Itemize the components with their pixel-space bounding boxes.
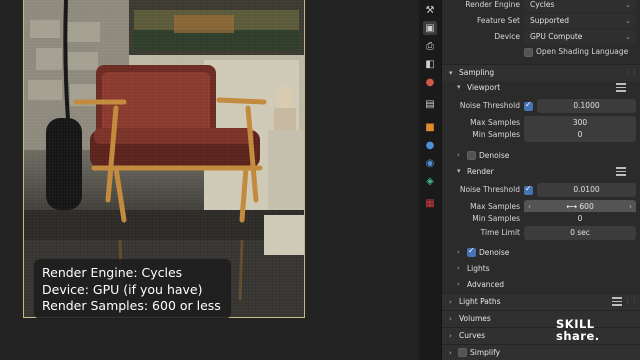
- viewport-title: Viewport: [467, 83, 501, 92]
- viewport-denoise-subpanel-header[interactable]: › Denoise: [450, 148, 636, 163]
- resize-arrows-icon: ⟷: [566, 202, 580, 211]
- render-max-samples-value: 600: [579, 202, 594, 211]
- chevron-down-icon: ⌄: [625, 33, 631, 41]
- modifiers-icon[interactable]: ●: [423, 138, 437, 152]
- chevron-down-icon: ⌄: [625, 1, 631, 9]
- render-engine-dropdown[interactable]: Cycles ⌄: [524, 0, 636, 12]
- viewport-noise-threshold-row: Noise Threshold 0.1000: [442, 98, 640, 114]
- lights-title: Lights: [467, 264, 490, 273]
- viewport-denoise-label: Denoise: [479, 151, 510, 160]
- device-label: Device: [494, 32, 520, 41]
- particles-icon[interactable]: ◉: [423, 156, 437, 170]
- device-value: GPU Compute: [530, 32, 583, 41]
- presets-list-icon[interactable]: [616, 83, 626, 92]
- render-subpanel-header[interactable]: ▾ Render: [450, 164, 636, 179]
- render-denoise-subpanel-header[interactable]: › Denoise: [450, 245, 636, 260]
- lights-subpanel-header[interactable]: › Lights: [450, 261, 636, 276]
- drag-handle-icon[interactable]: ⋮⋮: [624, 68, 638, 76]
- viewport-noise-threshold-label: Noise Threshold: [459, 101, 520, 110]
- sampling-title: Sampling: [459, 68, 495, 77]
- chevron-right-icon: ›: [449, 298, 452, 306]
- render-noise-threshold-checkbox[interactable]: [524, 184, 533, 195]
- chevron-right-icon: ›: [449, 332, 452, 340]
- viewport-subpanel-header[interactable]: ▾ Viewport: [450, 80, 636, 95]
- skillshare-watermark-logo: SKILL share.: [556, 318, 600, 342]
- viewport-denoise-checkbox[interactable]: [467, 151, 476, 160]
- properties-tab-strip: ⚒ ▣ ⎙ ◧ ● ▤ ■ ● ◉ ◈ ▦: [419, 0, 442, 360]
- viewport-noise-threshold-checkbox[interactable]: [524, 100, 533, 111]
- chevron-down-icon: ▾: [457, 83, 461, 91]
- caption-line-device: Device: GPU (if you have): [42, 281, 203, 297]
- caption-line-render-engine: Render Engine: Cycles: [42, 265, 183, 280]
- viewport-min-samples-row: Min Samples 0: [442, 127, 640, 143]
- render-properties-icon[interactable]: ▣: [423, 21, 437, 35]
- simplify-checkbox[interactable]: [458, 348, 467, 357]
- tutorial-caption-box: Render Engine: Cycles Device: GPU (if yo…: [34, 259, 231, 319]
- presets-list-icon[interactable]: [612, 297, 622, 306]
- chevron-right-icon: ›: [457, 151, 460, 159]
- render-min-samples-field[interactable]: 0: [524, 212, 636, 226]
- chevron-right-icon: ›: [449, 349, 452, 357]
- scene-icon[interactable]: ●: [423, 75, 437, 89]
- chevron-down-icon: ▾: [457, 167, 461, 175]
- open-shading-language-checkbox[interactable]: [524, 48, 533, 57]
- object-properties-icon[interactable]: ■: [423, 120, 437, 134]
- render-noise-threshold-field[interactable]: 0.0100: [537, 183, 636, 197]
- render-time-limit-label: Time Limit: [480, 228, 520, 237]
- volumes-title: Volumes: [459, 314, 491, 323]
- render-min-samples-label: Min Samples: [472, 214, 520, 223]
- curves-title: Curves: [459, 331, 486, 340]
- chevron-down-icon: ⌄: [625, 17, 631, 25]
- material-icon[interactable]: ▦: [423, 196, 437, 210]
- render-denoise-checkbox[interactable]: [467, 246, 476, 257]
- view-layer-icon[interactable]: ◧: [423, 57, 437, 71]
- presets-list-icon[interactable]: [616, 167, 626, 176]
- output-properties-icon[interactable]: ⎙: [423, 39, 437, 53]
- light-paths-panel-header[interactable]: › Light Paths ⋮⋮: [442, 293, 640, 310]
- render-denoise-label: Denoise: [479, 248, 510, 257]
- sampling-panel-header[interactable]: ▾ Sampling ⋮⋮: [442, 64, 640, 81]
- open-shading-language-label: Open Shading Language: [536, 47, 629, 56]
- chevron-right-icon: ›: [449, 315, 452, 323]
- viewport-min-samples-field[interactable]: 0: [524, 128, 636, 142]
- simplify-title: Simplify: [470, 348, 501, 357]
- advanced-title: Advanced: [467, 280, 505, 289]
- render-properties-panel: Render Engine Cycles ⌄ Feature Set Suppo…: [442, 0, 640, 360]
- chevron-right-icon: ›: [457, 264, 460, 272]
- feature-set-value: Supported: [530, 16, 570, 25]
- feature-set-dropdown[interactable]: Supported ⌄: [524, 14, 636, 28]
- advanced-subpanel-header[interactable]: › Advanced: [450, 277, 636, 292]
- render-engine-row: Render Engine Cycles ⌄: [442, 0, 640, 13]
- caption-line-render-samples: Render Samples: 600 or less: [42, 298, 221, 313]
- chevron-right-icon: ›: [457, 248, 460, 256]
- curves-panel-header[interactable]: › Curves: [442, 327, 640, 344]
- volumes-panel-header[interactable]: › Volumes: [442, 310, 640, 327]
- open-shading-language-row: Open Shading Language: [442, 44, 640, 60]
- device-row: Device GPU Compute ⌄: [442, 29, 640, 45]
- render-engine-label: Render Engine: [465, 0, 520, 9]
- watermark-line-2: share.: [556, 329, 600, 343]
- render-engine-value: Cycles: [530, 0, 555, 9]
- render-time-limit-row: Time Limit 0 sec: [442, 225, 640, 241]
- simplify-panel-header[interactable]: › Simplify: [442, 344, 640, 360]
- chevron-down-icon: ▾: [449, 69, 453, 77]
- feature-set-label: Feature Set: [476, 16, 520, 25]
- render-noise-threshold-label: Noise Threshold: [459, 185, 520, 194]
- render-time-limit-field[interactable]: 0 sec: [524, 226, 636, 240]
- viewport-min-samples-label: Min Samples: [472, 130, 520, 139]
- feature-set-row: Feature Set Supported ⌄: [442, 13, 640, 29]
- render-viewport[interactable]: Render Engine: Cycles Device: GPU (if yo…: [0, 0, 419, 360]
- render-noise-threshold-row: Noise Threshold 0.0100: [442, 182, 640, 198]
- render-title: Render: [467, 167, 494, 176]
- physics-icon[interactable]: ◈: [423, 174, 437, 188]
- world-icon[interactable]: ▤: [423, 97, 437, 111]
- viewport-noise-threshold-field[interactable]: 0.1000: [537, 99, 636, 113]
- tool-icon[interactable]: ⚒: [423, 3, 437, 17]
- drag-handle-icon[interactable]: ⋮⋮: [624, 297, 638, 305]
- light-paths-title: Light Paths: [459, 297, 501, 306]
- device-dropdown[interactable]: GPU Compute ⌄: [524, 30, 636, 44]
- chevron-right-icon: ›: [457, 280, 460, 288]
